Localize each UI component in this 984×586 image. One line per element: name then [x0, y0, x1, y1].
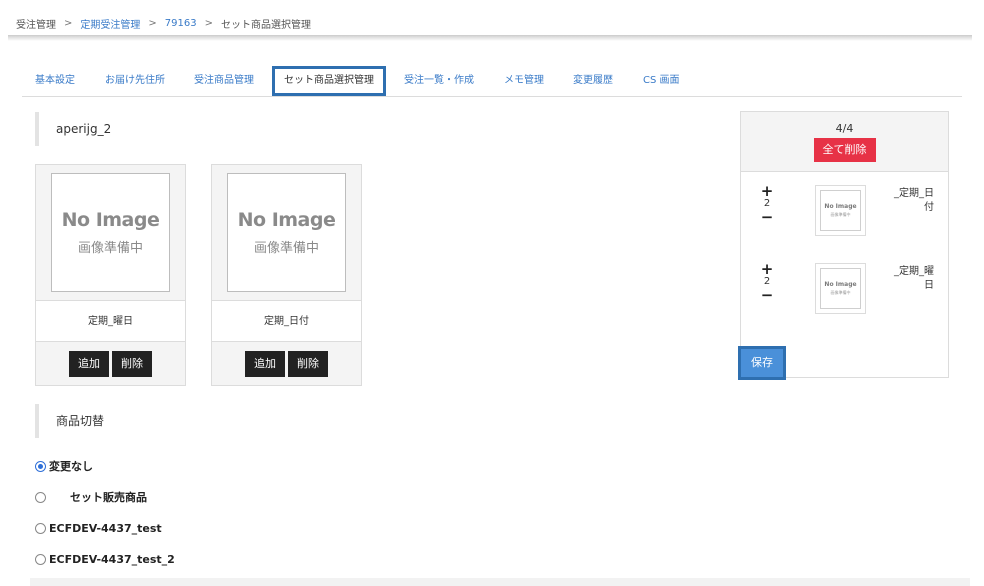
- selected-item-image: No Image 画像準備中: [815, 263, 866, 314]
- minus-icon[interactable]: −: [760, 288, 774, 303]
- radio-option-no-change[interactable]: 変更なし: [35, 458, 93, 474]
- tab-bar-divider: [22, 96, 962, 97]
- plus-icon[interactable]: +: [760, 184, 774, 199]
- footer-band: [30, 578, 970, 586]
- breadcrumb-separator: >: [64, 17, 73, 29]
- selection-panel-header: 4/4 全て削除: [741, 112, 948, 172]
- tab-delivery-address[interactable]: お届け先住所: [105, 66, 165, 96]
- save-button[interactable]: 保存: [738, 346, 786, 380]
- breadcrumb-separator: >: [204, 17, 213, 29]
- product-image-area: No Image 画像準備中: [212, 165, 361, 301]
- no-image-placeholder: No Image 画像準備中: [227, 173, 346, 292]
- product-name: 定期_日付: [212, 301, 361, 342]
- image-preparing-text: 画像準備中: [830, 212, 851, 217]
- no-image-placeholder: No Image 画像準備中: [51, 173, 170, 292]
- product-actions: 追加 削除: [36, 342, 185, 385]
- selected-item: + 2 − No Image 画像準備中 _定期_日付: [741, 184, 948, 241]
- selected-item: + 2 − No Image 画像準備中 _定期_曜日: [741, 262, 948, 319]
- selection-panel: 4/4 全て削除 + 2 − No Image 画像準備中 _定期_日付 + 2…: [740, 111, 949, 378]
- product-name: 定期_曜日: [36, 301, 185, 342]
- radio-label: 変更なし: [49, 460, 93, 473]
- image-preparing-text: 画像準備中: [77, 241, 143, 256]
- radio-option-test-2[interactable]: ECFDEV-4437_test_2: [35, 551, 175, 567]
- selected-item-name: _定期_曜日: [894, 266, 934, 291]
- radio-option-set-product[interactable]: セット販売商品: [35, 489, 147, 505]
- radio-button[interactable]: [35, 460, 46, 472]
- product-image-area: No Image 画像準備中: [36, 165, 185, 301]
- tab-set-product-selection[interactable]: セット商品選択管理: [272, 66, 386, 96]
- radio-button[interactable]: [35, 553, 46, 565]
- selected-item-image: No Image 画像準備中: [815, 185, 866, 236]
- breadcrumb-item-order-id[interactable]: 79163: [165, 18, 197, 29]
- delete-button[interactable]: 削除: [112, 350, 152, 377]
- minus-icon[interactable]: −: [760, 210, 774, 225]
- product-card: No Image 画像準備中 定期_曜日 追加 削除: [35, 164, 186, 386]
- radio-button[interactable]: [35, 522, 46, 534]
- no-image-text: No Image: [824, 281, 857, 288]
- no-image-text: No Image: [237, 209, 336, 231]
- image-preparing-text: 画像準備中: [830, 290, 851, 295]
- product-switch-title: 商品切替: [35, 404, 335, 438]
- add-button[interactable]: 追加: [245, 350, 285, 377]
- breadcrumb-separator: >: [148, 17, 157, 29]
- breadcrumb: 受注管理 > 定期受注管理 > 79163 > セット商品選択管理: [16, 16, 311, 31]
- radio-label: ECFDEV-4437_test_2: [49, 552, 175, 566]
- radio-label: セット販売商品: [70, 491, 147, 504]
- delete-button[interactable]: 削除: [288, 350, 328, 377]
- selected-item-name: _定期_日付: [894, 188, 934, 213]
- tab-order-list-create[interactable]: 受注一覧・作成: [404, 66, 474, 96]
- breadcrumb-item-current: セット商品選択管理: [220, 19, 311, 31]
- quantity-stepper: + 2 −: [760, 262, 774, 303]
- delete-all-button[interactable]: 全て削除: [813, 138, 876, 162]
- tab-basic-settings[interactable]: 基本設定: [35, 66, 75, 96]
- product-actions: 追加 削除: [212, 342, 361, 385]
- add-button[interactable]: 追加: [69, 350, 109, 377]
- radio-label: ECFDEV-4437_test: [49, 521, 162, 535]
- radio-button[interactable]: [35, 491, 46, 503]
- tab-change-history[interactable]: 変更履歴: [573, 66, 613, 96]
- header-divider: [8, 35, 972, 41]
- selection-count: 4/4: [835, 122, 854, 135]
- tab-cs-screen[interactable]: CS 画面: [643, 66, 680, 96]
- breadcrumb-item-order-management[interactable]: 受注管理: [16, 16, 56, 31]
- no-image-text: No Image: [824, 203, 857, 210]
- image-preparing-text: 画像準備中: [253, 241, 319, 256]
- set-title: aperijg_2: [35, 112, 335, 146]
- breadcrumb-item-subscription-orders[interactable]: 定期受注管理: [80, 16, 140, 31]
- radio-option-test[interactable]: ECFDEV-4437_test: [35, 520, 162, 536]
- tab-order-products[interactable]: 受注商品管理: [194, 66, 254, 96]
- quantity-stepper: + 2 −: [760, 184, 774, 225]
- tab-memo[interactable]: メモ管理: [504, 66, 544, 96]
- plus-icon[interactable]: +: [760, 262, 774, 277]
- no-image-text: No Image: [61, 209, 160, 231]
- product-card: No Image 画像準備中 定期_日付 追加 削除: [211, 164, 362, 386]
